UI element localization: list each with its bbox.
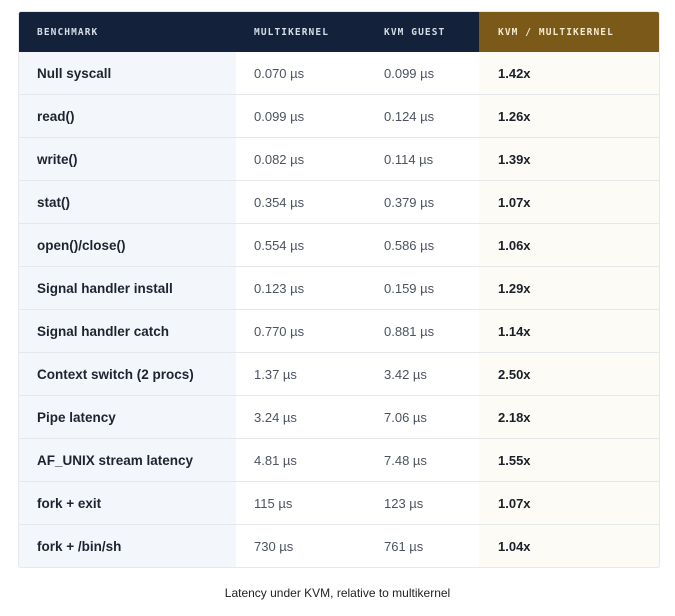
header-kvm-guest: KVM GUEST: [366, 12, 479, 52]
table-body: Null syscall 0.070 µs 0.099 µs 1.42x read() 0…: [19, 52, 659, 567]
cell-kvm-guest: 123 µs: [366, 481, 479, 525]
table-row: AF_UNIX stream latency 4.81 µs 7.48 µs 1.55…: [19, 438, 659, 482]
cell-benchmark: AF_UNIX stream latency: [19, 438, 236, 482]
cell-multikernel: 3.24 µs: [236, 395, 366, 439]
cell-multikernel: 0.099 µs: [236, 94, 366, 138]
cell-ratio: 1.06x: [479, 223, 659, 267]
table-row: stat() 0.354 µs 0.379 µs 1.07x: [19, 180, 659, 224]
cell-multikernel: 730 µs: [236, 524, 366, 567]
cell-benchmark: Context switch (2 procs): [19, 352, 236, 396]
table-row: read() 0.099 µs 0.124 µs 1.26x: [19, 94, 659, 138]
cell-kvm-guest: 0.114 µs: [366, 137, 479, 181]
table-row: Pipe latency 3.24 µs 7.06 µs 2.18x: [19, 395, 659, 439]
cell-kvm-guest: 7.06 µs: [366, 395, 479, 439]
cell-multikernel: 0.770 µs: [236, 309, 366, 353]
cell-multikernel: 0.123 µs: [236, 266, 366, 310]
cell-kvm-guest: 0.379 µs: [366, 180, 479, 224]
cell-benchmark: Null syscall: [19, 52, 236, 95]
cell-kvm-guest: 0.124 µs: [366, 94, 479, 138]
cell-benchmark: read(): [19, 94, 236, 138]
cell-multikernel: 0.070 µs: [254, 65, 305, 81]
table-row: write() 0.082 µs 0.114 µs 1.39x: [19, 137, 659, 181]
cell-benchmark: Signal handler install: [19, 266, 236, 310]
cell-ratio: 1.26x: [479, 94, 659, 138]
cell-kvm-guest: 3.42 µs: [366, 352, 479, 396]
cell-benchmark: open()/close(): [19, 223, 236, 267]
benchmark-table-container: BENCHMARK MULTIKERNEL KVM GUEST KVM / MU…: [18, 11, 660, 568]
cell-kvm-guest: 7.48 µs: [366, 438, 479, 482]
cell-ratio: 1.42x: [479, 52, 659, 95]
table-row: Signal handler catch 0.770 µs 0.881 µs 1.14…: [19, 309, 659, 353]
cell-kvm-guest: 0.881 µs: [366, 309, 479, 353]
cell-kvm-guest: 0.099 µs: [384, 65, 435, 81]
header-kvm-multikernel-ratio: KVM / MULTIKERNEL: [479, 12, 659, 52]
benchmark-table: BENCHMARK MULTIKERNEL KVM GUEST KVM / MU…: [19, 12, 659, 567]
cell-ratio: 1.14x: [479, 309, 659, 353]
cell-benchmark: Pipe latency: [19, 395, 236, 439]
cell-ratio: 1.29x: [479, 266, 659, 310]
table-row: Signal handler install 0.123 µs 0.159 µs 1.…: [19, 266, 659, 310]
cell-benchmark: fork + /bin/sh: [19, 524, 236, 567]
cell-multikernel: 0.082 µs: [236, 137, 366, 181]
cell-kvm-guest: 0.159 µs: [366, 266, 479, 310]
cell-kvm-guest: 761 µs: [366, 524, 479, 567]
table-caption: Latency under KVM, relative to multikern…: [224, 586, 451, 600]
table-header-row: BENCHMARK MULTIKERNEL KVM GUEST KVM / MU…: [19, 12, 659, 52]
cell-ratio: 1.07x: [479, 481, 659, 525]
table-row: open()/close() 0.554 µs 0.586 µs 1.06x: [19, 223, 659, 267]
cell-benchmark: write(): [19, 137, 236, 181]
cell-ratio: 2.50x: [479, 352, 659, 396]
cell-multikernel: 4.81 µs: [236, 438, 366, 482]
cell-ratio: 1.55x: [479, 438, 659, 482]
header-multikernel: MULTIKERNEL: [236, 12, 366, 52]
cell-kvm-guest: 0.586 µs: [366, 223, 479, 267]
table-row: fork + exit 115 µs 123 µs 1.07x: [19, 481, 659, 525]
table-row: fork + /bin/sh 730 µs 761 µs 1.04x: [19, 524, 659, 567]
table-row: Null syscall 0.070 µs 0.099 µs 1.42x: [19, 52, 659, 95]
cell-ratio: 1.39x: [479, 137, 659, 181]
cell-benchmark: fork + exit: [19, 481, 236, 525]
cell-benchmark: Signal handler catch: [19, 309, 236, 353]
cell-multikernel: 115 µs: [236, 481, 366, 525]
cell-multikernel: 1.37 µs: [236, 352, 366, 396]
cell-multikernel: 0.354 µs: [236, 180, 366, 224]
cell-ratio: 1.07x: [479, 180, 659, 224]
cell-benchmark: stat(): [19, 180, 236, 224]
cell-ratio: 1.04x: [479, 524, 659, 567]
cell-ratio: 2.18x: [479, 395, 659, 439]
header-benchmark: BENCHMARK: [19, 12, 236, 52]
table-row: Context switch (2 procs) 1.37 µs 3.42 µs 2.…: [19, 352, 659, 396]
cell-multikernel: 0.554 µs: [236, 223, 366, 267]
